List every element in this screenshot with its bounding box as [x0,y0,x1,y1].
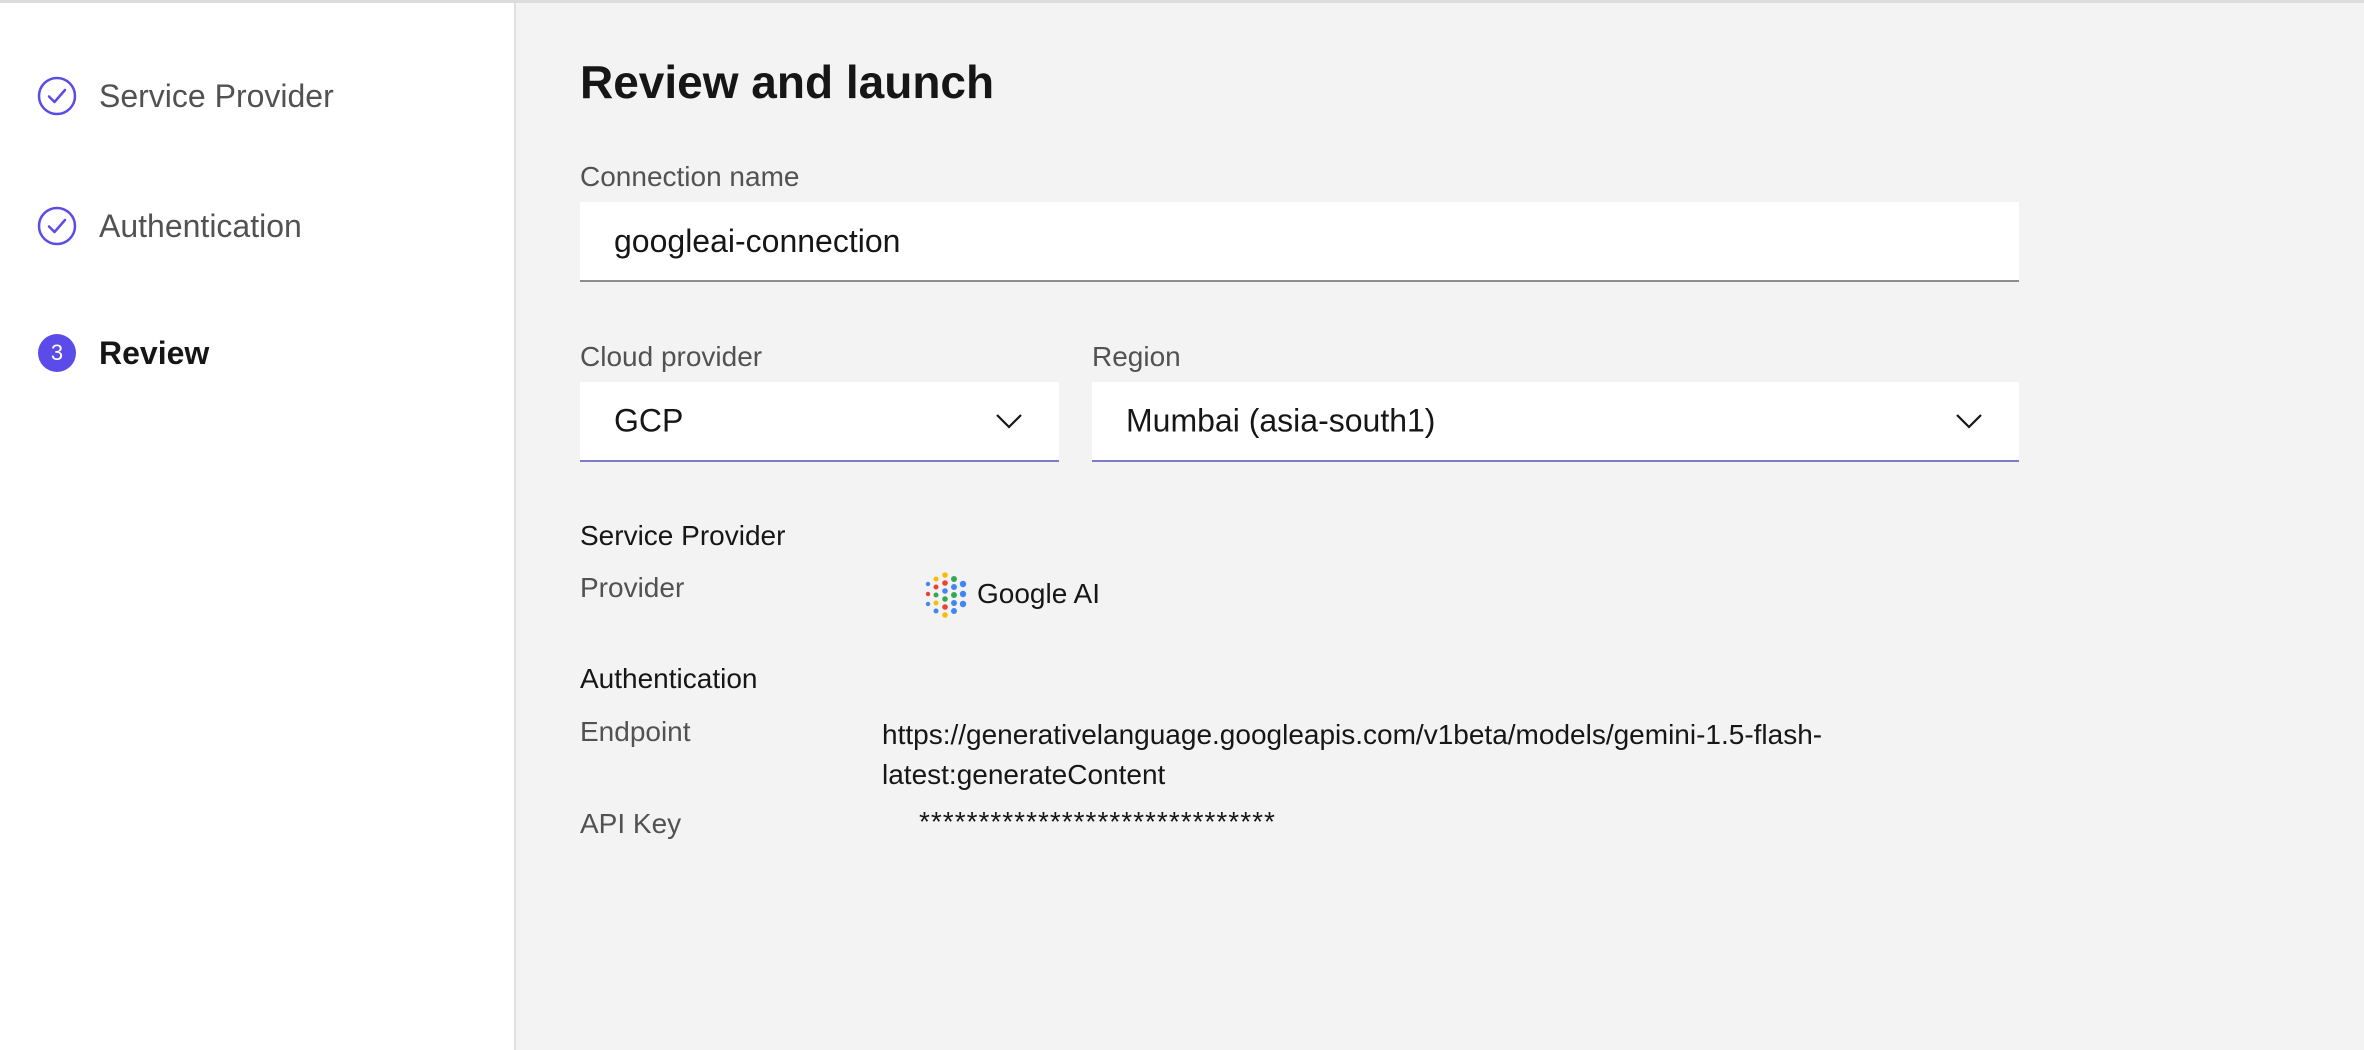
step-number-badge: 3 [37,333,77,373]
connection-name-input[interactable] [580,202,2019,280]
connection-name-label: Connection name [580,161,800,192]
region-value: Mumbai (asia-south1) [1126,402,1436,439]
service-provider-heading: Service Provider [580,520,786,551]
endpoint-value: https://generativelanguage.googleapis.co… [882,715,2002,795]
step-review[interactable]: 3 Review [37,333,209,373]
region-select[interactable]: Mumbai (asia-south1) [1092,382,2019,462]
connection-name-field [580,202,2019,282]
step-number: 3 [38,334,76,372]
endpoint-line: https://generativelanguage.googleapis.co… [882,719,1823,750]
chevron-down-icon [1956,414,1982,429]
region-label: Region [1092,341,1181,372]
api-key-label: API Key [580,808,682,839]
check-circle-icon [37,206,77,246]
cloud-provider-label: Cloud provider [580,341,763,372]
page-title: Review and launch [580,56,995,108]
provider-value: Google AI [922,569,1100,619]
cloud-provider-select[interactable]: GCP [580,382,1059,462]
chevron-down-icon [996,414,1022,429]
api-key-value: ****************************** [919,806,1276,837]
step-label: Authentication [99,207,302,244]
authentication-heading: Authentication [580,663,758,694]
step-service-provider[interactable]: Service Provider [37,76,334,116]
step-label: Review [99,334,210,371]
endpoint-label: Endpoint [580,716,691,747]
google-ai-logo-icon [925,572,967,618]
endpoint-line: latest:generateContent [882,759,1166,790]
progress-sidebar: Service Provider Authentication 3 Review [0,3,516,1050]
provider-name: Google AI [977,578,1100,609]
check-circle-icon [37,76,77,116]
cloud-provider-value: GCP [614,402,684,439]
review-panel: Review and launch Connection name Cloud … [516,3,2364,1050]
step-label: Service Provider [99,77,334,114]
provider-label: Provider [580,572,685,603]
step-authentication[interactable]: Authentication [37,206,302,246]
